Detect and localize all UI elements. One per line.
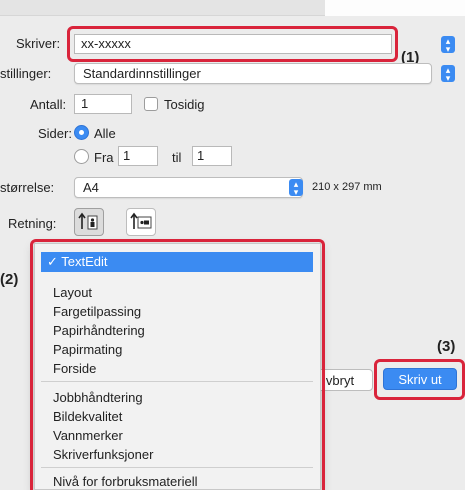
orientation-label: Retning: xyxy=(8,216,57,231)
two-sided-checkbox[interactable] xyxy=(144,97,158,111)
pages-from-field[interactable]: 1 xyxy=(118,146,158,166)
highlight-box-menu xyxy=(30,239,325,490)
printer-stepper[interactable]: ▴ ▾ xyxy=(441,36,455,54)
pages-all-label: Alle xyxy=(94,126,116,141)
paper-size-stepper[interactable]: ▴ ▾ xyxy=(289,179,303,197)
two-sided-label: Tosidig xyxy=(164,97,205,112)
callout-2: (2) xyxy=(0,271,19,288)
presets-popup[interactable]: Standardinnstillinger xyxy=(74,63,432,84)
copies-label: Antall: xyxy=(30,97,67,112)
landscape-icon xyxy=(130,212,152,229)
landscape-orientation-button[interactable] xyxy=(126,208,156,236)
paper-dimensions: 210 x 297 mm xyxy=(312,181,382,193)
pages-all-radio[interactable] xyxy=(74,125,89,140)
paper-size-popup[interactable]: A4 xyxy=(74,177,303,198)
portrait-orientation-button[interactable] xyxy=(74,208,104,236)
presets-stepper[interactable]: ▴ ▾ xyxy=(441,65,455,83)
pages-to-label: til xyxy=(172,150,182,165)
portrait-icon xyxy=(78,212,98,230)
printer-label: Skriver: xyxy=(16,36,61,51)
dialog-top-strip-right xyxy=(325,0,465,16)
pages-label: Sider: xyxy=(38,126,72,141)
paper-size-label: størrelse: xyxy=(0,180,55,195)
print-button[interactable]: Skriv ut xyxy=(383,368,457,390)
presets-label: stillinger: xyxy=(0,66,52,81)
callout-3: (3) xyxy=(437,338,456,355)
pages-from-label: Fra xyxy=(94,150,114,165)
pages-range-radio[interactable] xyxy=(74,149,89,164)
copies-field[interactable]: 1 xyxy=(74,94,132,114)
pages-to-field[interactable]: 1 xyxy=(192,146,232,166)
highlight-box-printer xyxy=(67,26,398,62)
